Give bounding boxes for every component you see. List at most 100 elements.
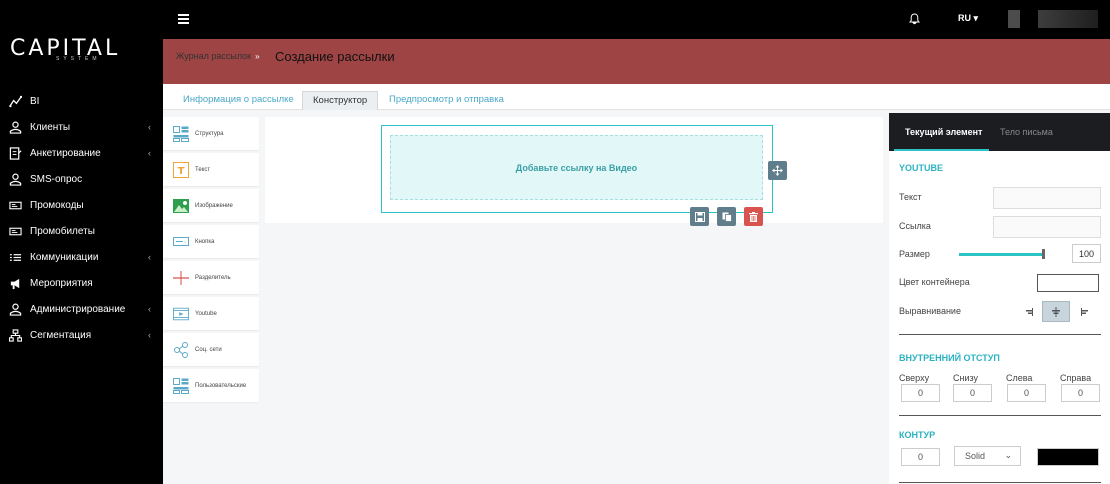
copy-block-button[interactable] [717, 207, 736, 226]
notification-bell-icon[interactable] [908, 12, 921, 30]
size-label: Размер [899, 249, 930, 259]
image-icon [173, 198, 189, 214]
padding-top-input[interactable]: 0 [901, 384, 940, 402]
move-icon [772, 165, 783, 176]
sidebar-item[interactable]: Клиенты ‹ [0, 114, 163, 140]
sidebar-item-label: BI [30, 95, 40, 107]
tab-constructor[interactable]: Конструктор [302, 91, 379, 110]
link-field[interactable] [993, 216, 1101, 238]
custom-icon [173, 377, 189, 394]
padding-left-input[interactable]: 0 [1007, 384, 1046, 402]
sidebar-item[interactable]: Администрирование ‹ [0, 296, 163, 322]
breadcrumb-link[interactable]: Журнал рассылок [176, 51, 251, 61]
youtube-block[interactable]: Добавьте ссылку на Видео [381, 125, 773, 213]
palette-text[interactable]: T Текст [163, 153, 259, 186]
email-canvas: Добавьте ссылку на Видео [265, 117, 883, 223]
padding-right-input[interactable]: 0 [1061, 384, 1100, 402]
align-left-button[interactable] [1014, 301, 1042, 322]
palette-label: Изображение [195, 202, 233, 209]
palette-custom[interactable]: Пользовательские [163, 369, 259, 402]
size-slider[interactable] [959, 253, 1045, 256]
tab-preview[interactable]: Предпросмотр и отправка [379, 91, 514, 110]
align-center-button[interactable] [1042, 301, 1070, 322]
size-input[interactable]: 100 [1072, 244, 1101, 263]
delete-block-button[interactable] [744, 207, 763, 226]
sidebar: CAPITAL SYSTEM BI Клиенты ‹ Анкетирование ‹ S… [0, 0, 163, 484]
button-icon [173, 234, 189, 250]
border-width-input[interactable]: 0 [901, 448, 940, 466]
palette-divider[interactable]: Разделитель [163, 261, 259, 294]
tab-bar: Информация о рассылке Конструктор Предпр… [163, 84, 1110, 110]
palette-youtube[interactable]: Youtube [163, 297, 259, 330]
text-field[interactable] [993, 187, 1101, 209]
palette-button[interactable]: Кнопка [163, 225, 259, 258]
page-header: Журнал рассылок » Создание рассылки [163, 39, 1110, 84]
chevron-left-icon: ‹ [148, 304, 151, 314]
trend-icon [8, 94, 22, 108]
palette-social[interactable]: Соц. сети [163, 333, 259, 366]
topbar: RU ▾ [163, 0, 1110, 39]
align-label: Выравнивание [899, 306, 961, 316]
border-color-picker[interactable] [1037, 448, 1099, 466]
size-slider-thumb[interactable] [1042, 249, 1045, 259]
text-icon: T [173, 161, 189, 178]
sidebar-item-label: Анкетирование [30, 147, 101, 159]
save-icon [694, 211, 705, 222]
sidebar-item[interactable]: Мероприятия [0, 270, 163, 296]
list-icon [8, 250, 22, 264]
section-youtube: YOUTUBE [899, 163, 944, 173]
palette-structure[interactable]: Структура [163, 117, 259, 150]
border-style-select[interactable]: Solid ⌄ [954, 446, 1021, 466]
ticket-icon [8, 224, 22, 238]
move-block-button[interactable] [768, 161, 787, 180]
svg-text:T: T [178, 166, 185, 177]
palette-label: Структура [195, 130, 224, 137]
video-placeholder[interactable]: Добавьте ссылку на Видео [390, 135, 763, 200]
padding-right-label: Справа [1060, 373, 1092, 383]
divider [899, 482, 1101, 483]
palette-label: Текст [195, 166, 211, 173]
divider-icon [173, 270, 189, 286]
sidebar-item-label: SMS-опрос [30, 173, 83, 185]
menu-toggle-icon[interactable] [178, 14, 189, 24]
padding-top-label: Сверху [899, 373, 930, 383]
capital-logo[interactable]: CAPITAL SYSTEM [10, 36, 135, 66]
sidebar-item[interactable]: Сегментация ‹ [0, 322, 163, 348]
copy-icon [722, 212, 732, 222]
sidebar-item[interactable]: Промобилеты [0, 218, 163, 244]
language-selector[interactable]: RU ▾ [958, 13, 978, 24]
user-icon [8, 120, 22, 134]
padding-bottom-input[interactable]: 0 [953, 384, 992, 402]
user-icon [8, 172, 22, 186]
chevron-down-icon: ⌄ [1004, 450, 1012, 460]
sidebar-item-label: Промокоды [30, 199, 84, 211]
align-center-icon [1052, 306, 1060, 317]
align-left-icon [1026, 307, 1033, 316]
save-block-button[interactable] [690, 207, 709, 226]
container-color-picker[interactable] [1037, 274, 1099, 292]
section-border: КОНТУР [899, 430, 936, 440]
align-right-button[interactable] [1072, 301, 1100, 322]
block-palette: Структура T Текст Изображение Кнопка Раз… [163, 117, 259, 405]
tab-info[interactable]: Информация о рассылке [173, 91, 304, 110]
palette-image[interactable]: Изображение [163, 189, 259, 222]
user-avatar[interactable] [1008, 10, 1098, 28]
trash-icon [749, 211, 758, 222]
border-style-value: Solid [965, 451, 986, 461]
breadcrumb: Журнал рассылок » [176, 51, 260, 61]
sidebar-item[interactable]: Анкетирование ‹ [0, 140, 163, 166]
palette-label: Youtube [195, 310, 217, 317]
tab-current-element[interactable]: Текущий элемент [905, 127, 982, 137]
palette-label: Соц. сети [195, 346, 222, 353]
sidebar-item[interactable]: SMS-опрос [0, 166, 163, 192]
chevron-left-icon: ‹ [148, 122, 151, 132]
sidebar-item-label: Администрирование [30, 303, 126, 315]
user-icon [8, 302, 22, 316]
page-title: Создание рассылки [275, 49, 395, 64]
sidebar-item[interactable]: Коммуникации ‹ [0, 244, 163, 270]
tab-email-body[interactable]: Тело письма [1000, 127, 1053, 137]
divider [899, 415, 1101, 416]
align-right-icon [1081, 307, 1088, 316]
sidebar-item[interactable]: BI [0, 88, 163, 114]
sidebar-item[interactable]: Промокоды [0, 192, 163, 218]
